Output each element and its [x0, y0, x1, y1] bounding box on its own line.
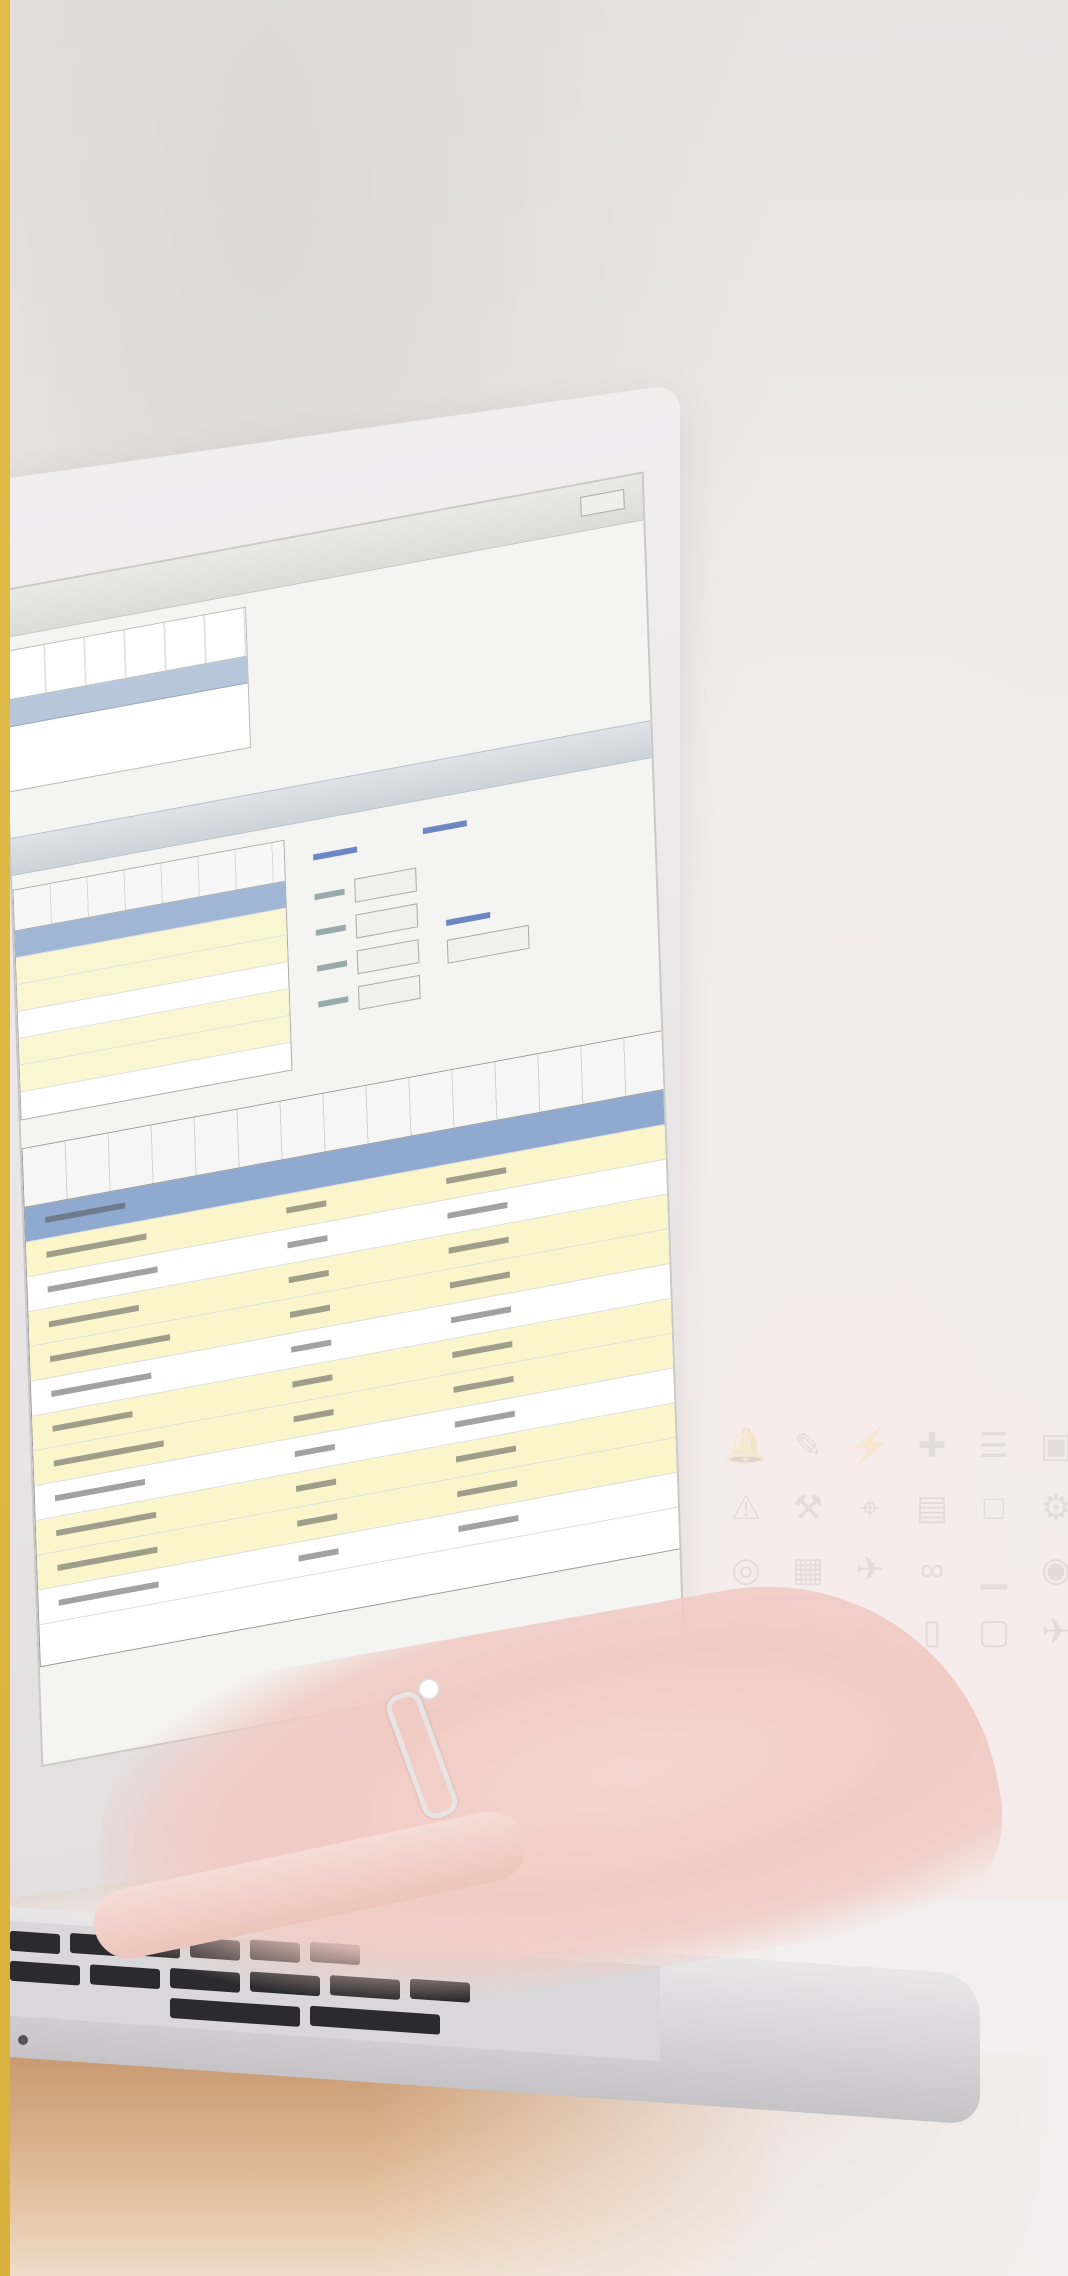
- laptop-screen: [0, 471, 685, 1768]
- form-field[interactable]: [355, 903, 419, 939]
- ring-stone: [418, 1678, 440, 1700]
- doc-icon: □: [983, 1489, 1005, 1527]
- cell: [56, 1511, 157, 1537]
- warning-icon: ⚠: [730, 1489, 762, 1527]
- cell: [293, 1409, 334, 1423]
- form-link[interactable]: [313, 846, 358, 861]
- detail-form: [312, 776, 640, 1064]
- form-link[interactable]: [422, 820, 467, 835]
- cell: [454, 1410, 515, 1428]
- window-button[interactable]: [580, 488, 625, 517]
- form-link[interactable]: [446, 911, 491, 926]
- cell: [46, 1233, 147, 1258]
- form-field[interactable]: [357, 974, 421, 1011]
- pin-icon: ⌖: [860, 1489, 880, 1527]
- form-label: [318, 996, 349, 1008]
- cell: [48, 1304, 139, 1328]
- pen-icon: ✎: [793, 1427, 823, 1465]
- cell: [288, 1269, 329, 1284]
- cell: [458, 1515, 519, 1533]
- cell: [452, 1341, 513, 1359]
- cell: [47, 1266, 158, 1293]
- cell: [446, 1167, 507, 1185]
- cell: [292, 1374, 333, 1388]
- form-label: [316, 960, 348, 972]
- accent-bar: [0, 0, 10, 2276]
- gear-icon: ⚙: [1040, 1489, 1068, 1527]
- cell: [453, 1375, 514, 1393]
- form-label: [315, 924, 346, 937]
- rocket-icon: ✈: [855, 1551, 885, 1589]
- cell: [297, 1513, 338, 1527]
- cell: [58, 1581, 159, 1606]
- photo-scene: 🔔 ✎ ⚡ ✚ ☰ ▣ ⚠ ⚒ ⌖ ▤ □ ⚙ ◎ ▦ ✈ ∞ ▁ ◉ ☎ ☺ …: [0, 0, 1068, 2276]
- form-select[interactable]: [446, 924, 530, 964]
- cell: [451, 1306, 512, 1324]
- cell: [455, 1445, 517, 1463]
- cell: [298, 1548, 339, 1562]
- cell: [289, 1304, 331, 1318]
- cell: [447, 1201, 508, 1219]
- bulb-icon: ◉: [1041, 1551, 1068, 1589]
- cell: [57, 1546, 158, 1571]
- key[interactable]: [10, 1930, 60, 1955]
- cell: [294, 1443, 335, 1458]
- plus-icon: ✚: [917, 1427, 947, 1465]
- cell: [286, 1200, 327, 1214]
- form-field[interactable]: [354, 867, 417, 903]
- chart-icon: ▁: [980, 1551, 1008, 1589]
- bolt-icon: ⚡: [848, 1427, 892, 1465]
- cell: [295, 1478, 337, 1492]
- cell: [53, 1440, 164, 1467]
- cell: [448, 1236, 509, 1254]
- cell: [457, 1480, 518, 1498]
- plane-icon: ✈: [1041, 1613, 1068, 1651]
- cell: [54, 1478, 146, 1502]
- folder-icon: ▤: [915, 1489, 949, 1527]
- headphone-port: [18, 2035, 28, 2045]
- position-table: [12, 839, 293, 1121]
- lock-icon: ▢: [977, 1613, 1011, 1651]
- cell: [45, 1202, 126, 1224]
- summary-table: [4, 606, 251, 793]
- cell: [287, 1235, 328, 1249]
- form-field[interactable]: [356, 939, 420, 975]
- cell: [291, 1339, 332, 1353]
- form-label: [314, 888, 345, 901]
- articles-table: [21, 1030, 682, 1668]
- cell: [52, 1411, 133, 1432]
- camera-icon: ▣: [1039, 1427, 1068, 1465]
- cell: [449, 1271, 510, 1289]
- key[interactable]: [10, 1960, 80, 1986]
- infinity-icon: ∞: [919, 1551, 945, 1589]
- bell-icon: 🔔: [724, 1427, 768, 1465]
- cell: [51, 1372, 152, 1398]
- list-icon: ☰: [978, 1427, 1010, 1465]
- tools-icon: ⚒: [792, 1489, 824, 1527]
